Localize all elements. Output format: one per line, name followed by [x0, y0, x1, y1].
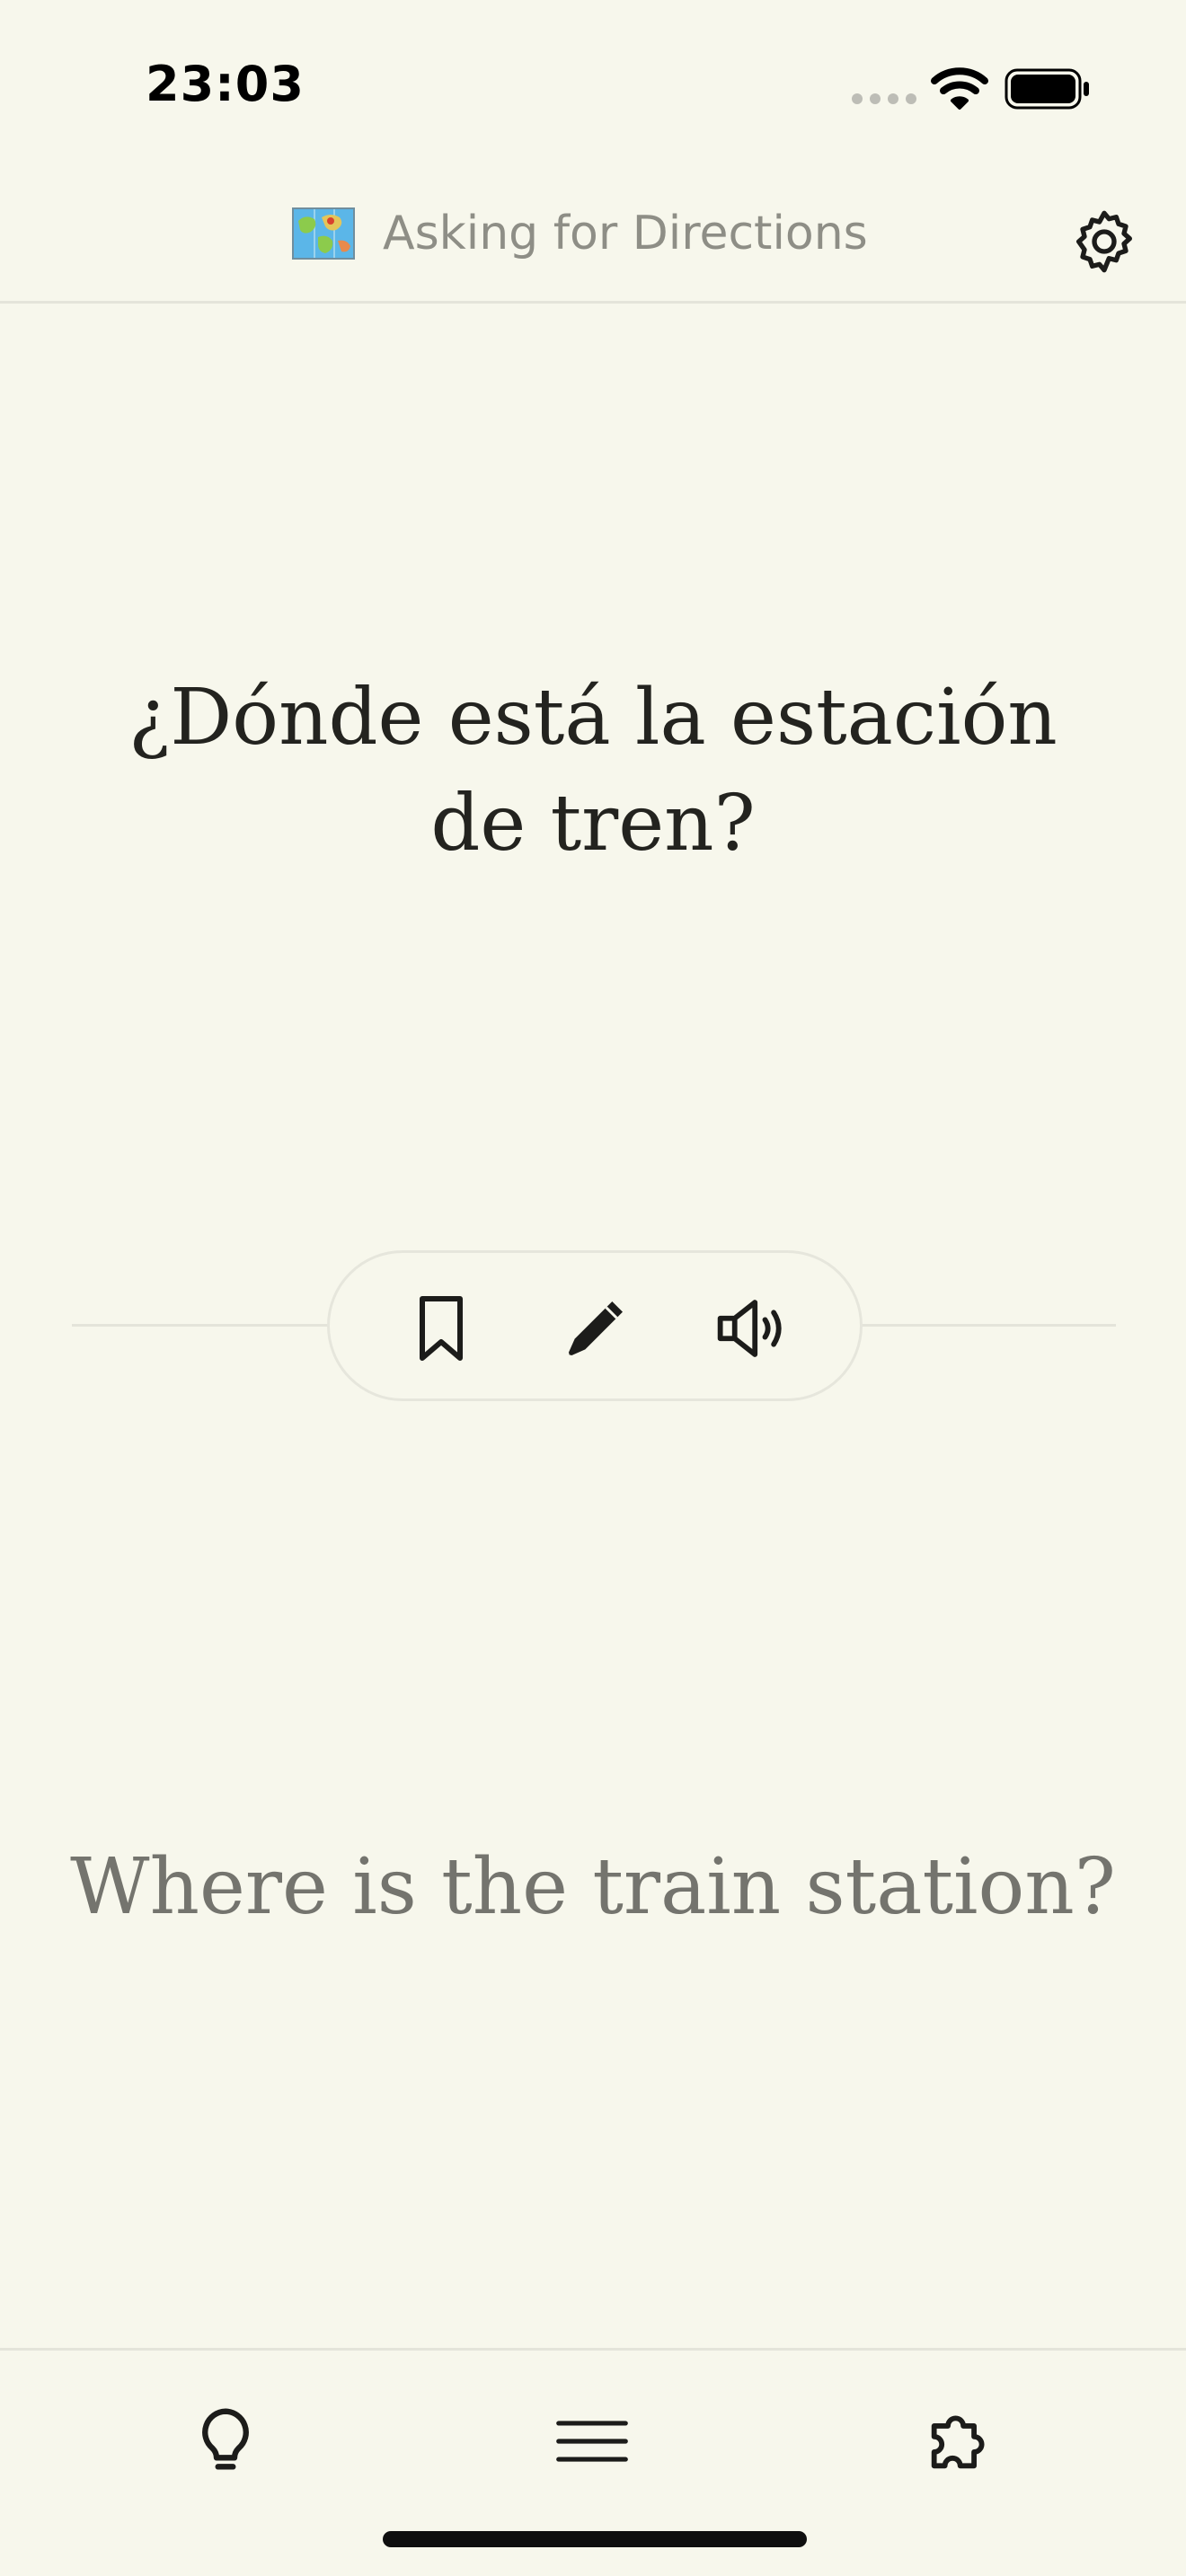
gear-icon	[1076, 210, 1132, 273]
menu-icon	[556, 2421, 628, 2462]
wifi-icon	[931, 67, 988, 110]
battery-icon	[1005, 68, 1089, 110]
menu-button[interactable]	[543, 2392, 642, 2491]
edit-button[interactable]	[551, 1284, 641, 1373]
bookmark-button[interactable]	[396, 1284, 486, 1373]
pencil-icon	[569, 1301, 623, 1355]
puzzle-button[interactable]	[909, 2392, 1008, 2491]
settings-button[interactable]	[1066, 203, 1143, 280]
hint-button[interactable]	[176, 2392, 275, 2491]
english-translation: Where is the train station?	[70, 1842, 1116, 1932]
header-title: Asking for Directions	[383, 207, 868, 260]
bookmark-icon	[420, 1296, 463, 1361]
speaker-icon	[717, 1300, 782, 1357]
lesson-title: Asking for Directions	[291, 205, 868, 262]
lightbulb-icon	[202, 2408, 249, 2470]
home-indicator	[383, 2531, 807, 2547]
app-screen: 23:03 Asking for Directions ¿Dónde está …	[0, 0, 1186, 2576]
signal-dots-icon	[852, 93, 916, 104]
play-audio-button[interactable]	[707, 1284, 797, 1373]
status-time: 23:03	[146, 56, 305, 112]
header-bar: Asking for Directions	[0, 180, 1186, 304]
phrase-actions	[327, 1250, 863, 1401]
map-icon	[292, 207, 355, 260]
puzzle-icon	[931, 2415, 985, 2469]
spanish-phrase: ¿Dónde está la estación de tren?	[128, 673, 1058, 869]
